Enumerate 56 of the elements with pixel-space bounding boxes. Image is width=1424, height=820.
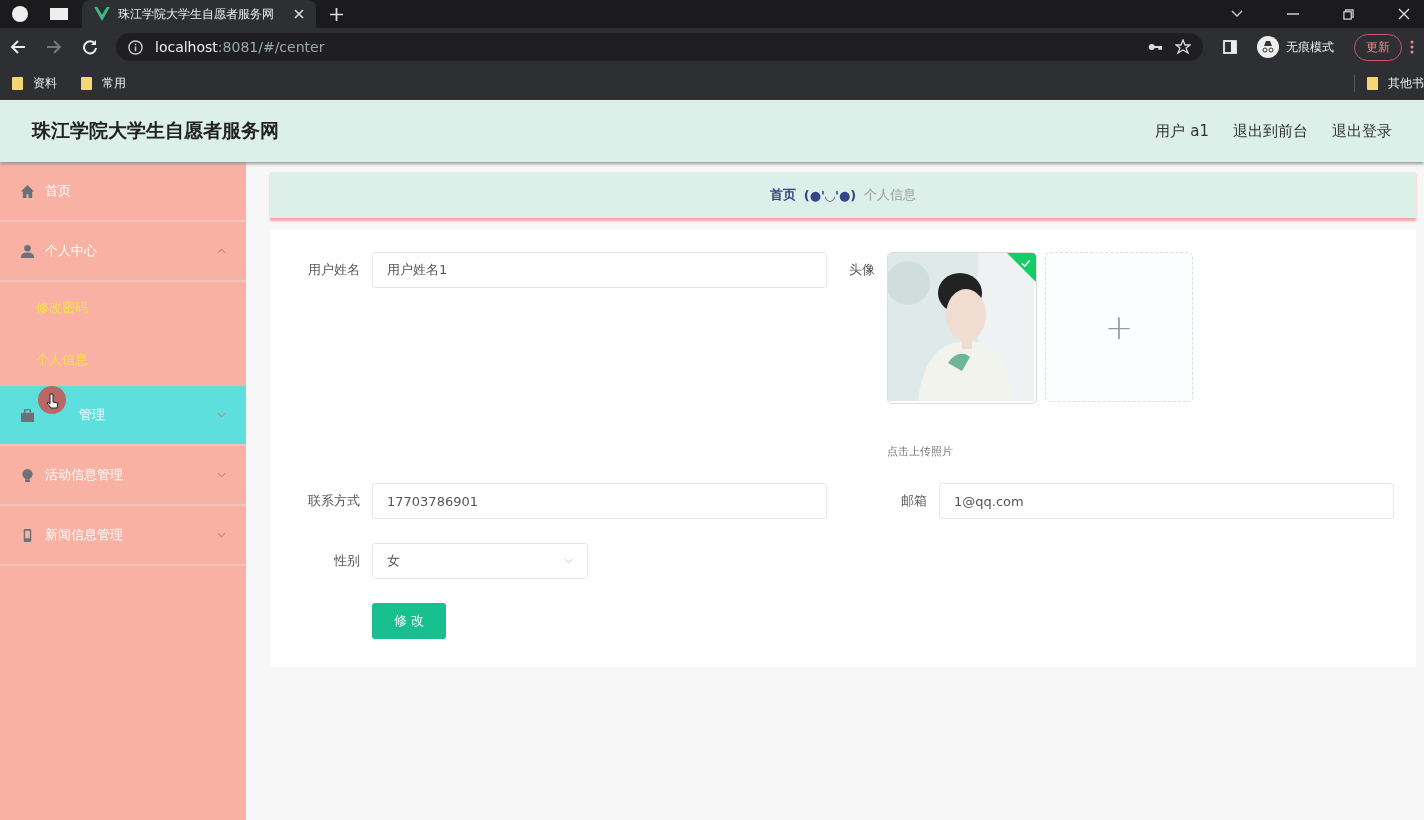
field-label: 头像	[848, 261, 875, 279]
bookmark[interactable]: 资料	[12, 74, 57, 92]
address-bar[interactable]: localhost:8081/#/center	[116, 33, 1203, 61]
cursor-icon	[38, 386, 66, 414]
sidebar-label: 首页	[45, 182, 71, 200]
side-panel-icon[interactable]	[1223, 40, 1237, 54]
close-icon[interactable]	[294, 9, 304, 19]
sidebar-label: 活动信息管理	[45, 466, 123, 484]
incognito-label: 无痕模式	[1286, 38, 1334, 56]
key-icon[interactable]	[1148, 42, 1163, 52]
folder-icon	[12, 76, 23, 90]
incognito-badge[interactable]: 无痕模式	[1257, 36, 1334, 58]
bag-icon	[20, 407, 35, 423]
v-logo-icon	[94, 7, 110, 21]
other-bookmarks[interactable]: 其他书	[1354, 74, 1424, 92]
close-icon[interactable]	[1398, 8, 1410, 20]
sidebar-label: 新闻信息管理	[45, 526, 123, 544]
new-tab-icon[interactable]	[330, 7, 343, 21]
more-icon[interactable]	[1410, 40, 1414, 54]
breadcrumb-separator: (●'◡'●)	[803, 187, 857, 203]
incognito-icon	[1257, 36, 1279, 58]
chevron-icon	[564, 558, 573, 564]
browser-tab[interactable]: 珠江学院大学生自愿者服务网	[82, 0, 316, 28]
star-icon[interactable]	[1175, 39, 1191, 55]
folder-icon	[81, 76, 92, 90]
phone-field[interactable]: 17703786901	[372, 483, 827, 519]
chevron-down-icon[interactable]	[1231, 10, 1243, 18]
header-link[interactable]: 用户 a1	[1155, 121, 1209, 141]
breadcrumb-current: 个人信息	[864, 186, 917, 204]
user-icon	[20, 243, 35, 259]
field-label: 联系方式	[307, 492, 360, 510]
sidebar-label: 个人中心	[45, 242, 97, 260]
back-icon[interactable]	[10, 39, 26, 55]
header-link[interactable]: 退出到前台	[1233, 121, 1308, 141]
field-label: 邮箱	[900, 492, 927, 510]
email-field[interactable]: 1@qq.com	[939, 483, 1394, 519]
bookmark[interactable]: 常用	[81, 74, 126, 92]
reload-icon[interactable]	[82, 39, 98, 55]
field-label: 用户姓名	[307, 261, 360, 279]
home-icon	[20, 183, 35, 199]
folder-icon	[1367, 76, 1378, 90]
forward-icon[interactable]	[46, 39, 62, 55]
tab-title: 珠江学院大学生自愿者服务网	[118, 5, 275, 23]
bulb-icon	[20, 467, 35, 483]
username-field[interactable]: 用户姓名1	[372, 252, 827, 288]
site-title: 珠江学院大学生自愿者服务网	[32, 118, 279, 143]
field-label: 性别	[333, 552, 360, 570]
gender-select[interactable]: 女	[372, 543, 588, 579]
url-text: localhost:8081/#/center	[155, 39, 325, 55]
sidebar-label: 管理	[79, 406, 105, 424]
header-link[interactable]: 退出登录	[1332, 121, 1392, 141]
breadcrumb-link[interactable]: 首页	[769, 186, 796, 204]
globe-icon[interactable]	[12, 6, 28, 22]
restore-icon[interactable]	[1343, 8, 1354, 20]
upload-hint: 点击上传照片	[887, 444, 954, 459]
info-icon	[128, 39, 143, 55]
